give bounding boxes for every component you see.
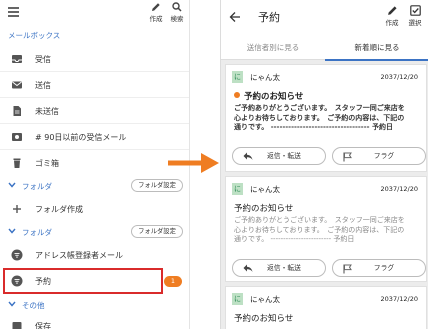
search-label: 検索 bbox=[170, 15, 184, 23]
chevron-down-icon bbox=[8, 182, 16, 188]
message-item[interactable]: に にゃん太 2037/12/20 予約のお知らせ ご予約ありがとうございます。… bbox=[225, 64, 427, 172]
preview-line: 心よりお待ちしております。 ご予約の内容は、下記の bbox=[234, 225, 405, 234]
other-group[interactable]: その他 bbox=[0, 296, 189, 314]
flag-label: フラグ bbox=[373, 152, 395, 160]
folder-settings-button[interactable]: フォルダ設定 bbox=[131, 179, 183, 192]
tab-by-sender[interactable]: 送信者別に見る bbox=[221, 36, 325, 60]
message-list-header: 予約 作成 選択 bbox=[221, 0, 428, 36]
checkbox-icon bbox=[409, 5, 421, 16]
filter-folder-icon bbox=[11, 275, 23, 287]
sender-avatar: に bbox=[232, 293, 243, 305]
message-list-panel: 予約 作成 選択 送信者別に見る 新着順に見る に にゃん太 2037/12/2… bbox=[220, 0, 428, 329]
folder-settings-button[interactable]: フォルダ設定 bbox=[131, 225, 183, 238]
sender-name: にゃん太 bbox=[250, 295, 280, 304]
mailbox-inbox[interactable]: 受信 bbox=[0, 49, 189, 69]
folder-group-label: フォルダ bbox=[22, 228, 52, 237]
mailbox-sent[interactable]: 送信 bbox=[0, 75, 189, 95]
search-icon bbox=[172, 2, 182, 12]
mailbox-old-inbox[interactable]: # 90日以前の受信メール bbox=[0, 127, 189, 147]
folder-group-label: フォルダ bbox=[22, 182, 52, 191]
transition-arrow-icon bbox=[168, 153, 219, 173]
mailbox-label: 送信 bbox=[35, 81, 51, 90]
mailbox-label: 受信 bbox=[35, 55, 51, 64]
message-subject: 予約のお知らせ bbox=[234, 314, 294, 324]
folder-address-book[interactable]: アドレス帳登録者メール bbox=[0, 245, 189, 265]
reply-forward-button[interactable]: 返信・転送 bbox=[232, 147, 326, 165]
subject-text: 予約のお知らせ bbox=[244, 92, 304, 102]
filter-folder-icon bbox=[11, 249, 23, 261]
mailbox-label: 未送信 bbox=[35, 107, 59, 116]
compose-label: 作成 bbox=[385, 19, 399, 27]
create-folder-item[interactable]: フォルダ作成 bbox=[0, 199, 189, 219]
view-tabs: 送信者別に見る 新着順に見る bbox=[221, 36, 428, 61]
mailbox-label: # 90日以前の受信メール bbox=[35, 133, 127, 142]
other-group-label: その他 bbox=[22, 301, 45, 310]
flag-button[interactable]: フラグ bbox=[332, 147, 426, 165]
reply-forward-label: 返信・転送 bbox=[267, 264, 301, 272]
trash-icon bbox=[13, 158, 21, 168]
preview-line: 通りです。 ----------------------------------… bbox=[234, 123, 393, 131]
folder-label: アドレス帳登録者メール bbox=[35, 251, 123, 260]
search-button[interactable]: 検索 bbox=[166, 2, 188, 23]
tab-newest-first[interactable]: 新着順に見る bbox=[325, 36, 428, 61]
inbox-icon bbox=[12, 55, 22, 63]
unread-dot-icon bbox=[234, 92, 240, 98]
preview-line: ご予約ありがとうございます。 スタッフ一同ご来店を bbox=[234, 104, 405, 112]
message-preview: ご予約ありがとうございます。 スタッフ一同ご来店を 心よりお待ちしております。 … bbox=[234, 216, 422, 245]
draft-icon bbox=[13, 106, 21, 116]
mailbox-label: ゴミ箱 bbox=[35, 159, 59, 168]
reply-forward-button[interactable]: 返信・転送 bbox=[232, 259, 326, 277]
mailbox-section-title: メールボックス bbox=[8, 31, 61, 40]
compose-button[interactable]: 作成 bbox=[381, 5, 403, 27]
message-date: 2037/12/20 bbox=[380, 73, 418, 81]
back-arrow-icon[interactable] bbox=[229, 11, 241, 23]
message-subject: 予約のお知らせ bbox=[234, 90, 303, 102]
create-folder-label: フォルダ作成 bbox=[35, 205, 83, 214]
message-subject: 予約のお知らせ bbox=[234, 204, 294, 214]
folder-reservation[interactable]: 予約 bbox=[3, 268, 163, 294]
sender-name: にゃん太 bbox=[250, 73, 280, 82]
folder-group-1[interactable]: フォルダ フォルダ設定 bbox=[0, 177, 189, 195]
message-item[interactable]: に にゃん太 2037/12/20 予約のお知らせ ご予約ありがとうございます。… bbox=[225, 176, 427, 282]
preview-line: 通りです。 ------------------------ 予約日 bbox=[234, 235, 355, 243]
plus-icon bbox=[13, 205, 21, 213]
folder-panel: 作成 検索 メールボックス 受信 送信 未送信 # 90日以前の受信メール ゴミ… bbox=[0, 0, 190, 329]
message-preview: ご予約ありがとうございます。 スタッフ一同ご来店を 心よりお待ちしております。 … bbox=[234, 104, 422, 133]
folder-panel-header: 作成 検索 bbox=[0, 0, 189, 28]
sender-avatar: に bbox=[232, 71, 243, 83]
folder-label: 予約 bbox=[35, 277, 51, 286]
preview-line: 心よりお待ちしております。 ご予約の内容は、下記の bbox=[234, 113, 405, 122]
preview-line: ご予約ありがとうございます。 スタッフ一同ご来店を bbox=[234, 216, 405, 224]
mailbox-trash[interactable]: ゴミ箱 bbox=[0, 153, 189, 173]
menu-icon[interactable] bbox=[8, 7, 19, 17]
unread-count-badge: 1 bbox=[164, 276, 182, 287]
save-folder-icon bbox=[12, 322, 22, 329]
message-actions: 返信・転送 フラグ bbox=[232, 259, 426, 277]
archive-inbox-icon bbox=[12, 133, 22, 141]
compose-label: 作成 bbox=[149, 15, 163, 23]
select-label: 選択 bbox=[408, 19, 422, 27]
select-button[interactable]: 選択 bbox=[404, 5, 426, 27]
send-icon bbox=[12, 81, 22, 89]
compose-button[interactable]: 作成 bbox=[145, 2, 167, 23]
message-date: 2037/12/20 bbox=[380, 295, 418, 303]
pencil-icon bbox=[387, 6, 397, 15]
mailbox-drafts[interactable]: 未送信 bbox=[0, 101, 189, 121]
message-item[interactable]: に にゃん太 2037/12/20 予約のお知らせ bbox=[225, 286, 427, 329]
page-title: 予約 bbox=[258, 11, 280, 24]
flag-label: フラグ bbox=[373, 264, 395, 272]
reply-forward-label: 返信・転送 bbox=[267, 152, 301, 160]
chevron-down-icon bbox=[8, 301, 16, 307]
sender-name: にゃん太 bbox=[250, 185, 280, 194]
folder-group-2[interactable]: フォルダ フォルダ設定 bbox=[0, 223, 189, 241]
pencil-icon bbox=[152, 3, 160, 11]
folder-save[interactable]: 保存 bbox=[0, 316, 189, 329]
message-date: 2037/12/20 bbox=[380, 185, 418, 193]
sender-avatar: に bbox=[232, 183, 243, 195]
folder-label: 保存 bbox=[35, 322, 51, 329]
flag-button[interactable]: フラグ bbox=[332, 259, 426, 277]
message-actions: 返信・転送 フラグ bbox=[232, 147, 426, 165]
chevron-down-icon bbox=[8, 228, 16, 234]
